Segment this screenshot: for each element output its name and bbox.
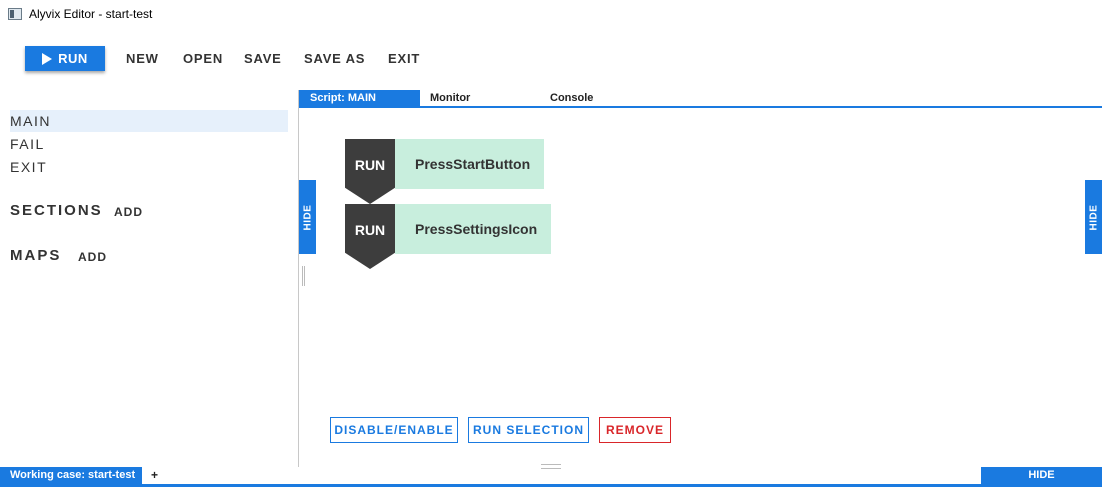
left-hide-toggle[interactable]: HIDE — [299, 180, 316, 254]
sections-add-button[interactable]: ADD — [114, 205, 143, 219]
script-item-exit[interactable]: EXIT — [10, 156, 47, 178]
play-icon — [42, 52, 53, 65]
bottom-hide-button[interactable]: HIDE — [981, 467, 1102, 484]
window-titlebar: Alyvix Editor - start-test — [0, 0, 1102, 28]
maps-add-button[interactable]: ADD — [78, 250, 107, 264]
tab-script-main[interactable]: Script: MAIN — [299, 90, 420, 107]
save-button[interactable]: SAVE — [244, 51, 282, 66]
right-hide-label: HIDE — [1088, 204, 1099, 230]
disable-enable-button[interactable]: DISABLE/ENABLE — [330, 417, 458, 443]
add-case-button[interactable]: + — [151, 467, 158, 484]
statusbar: Working case: start-test + HIDE — [0, 467, 1102, 487]
save-as-button[interactable]: SAVE AS — [304, 51, 365, 66]
working-case-tab[interactable]: Working case: start-test — [0, 467, 142, 484]
left-hide-label: HIDE — [302, 204, 313, 230]
left-panel: MAIN FAIL EXIT SECTIONS ADD MAPS ADD — [0, 90, 299, 467]
node-action-flag[interactable]: RUN — [345, 204, 395, 269]
editor-tabs: Script: MAIN Monitor Console — [299, 90, 1102, 108]
run-button-label: RUN — [58, 51, 88, 66]
node-object-name[interactable]: PressStartButton — [395, 139, 544, 189]
sections-heading: SECTIONS — [10, 202, 103, 219]
script-item-main[interactable]: MAIN — [10, 110, 288, 132]
right-hide-toggle[interactable]: HIDE — [1085, 180, 1102, 254]
toolbar: RUN NEW OPEN SAVE SAVE AS EXIT — [0, 40, 1102, 74]
tab-monitor[interactable]: Monitor — [430, 90, 470, 107]
run-button[interactable]: RUN — [25, 46, 105, 71]
node-object-name[interactable]: PressSettingsIcon — [395, 204, 551, 254]
open-button[interactable]: OPEN — [183, 51, 223, 66]
app-icon — [8, 8, 22, 20]
tab-console[interactable]: Console — [550, 90, 593, 107]
exit-button[interactable]: EXIT — [388, 51, 420, 66]
new-button[interactable]: NEW — [126, 51, 159, 66]
script-item-fail[interactable]: FAIL — [10, 133, 45, 155]
maps-heading: MAPS — [10, 247, 62, 264]
remove-button[interactable]: REMOVE — [599, 417, 671, 443]
node-action-flag[interactable]: RUN — [345, 139, 395, 204]
run-selection-button[interactable]: RUN SELECTION — [468, 417, 589, 443]
splitter-handle[interactable] — [302, 266, 305, 286]
window-title: Alyvix Editor - start-test — [29, 7, 153, 21]
